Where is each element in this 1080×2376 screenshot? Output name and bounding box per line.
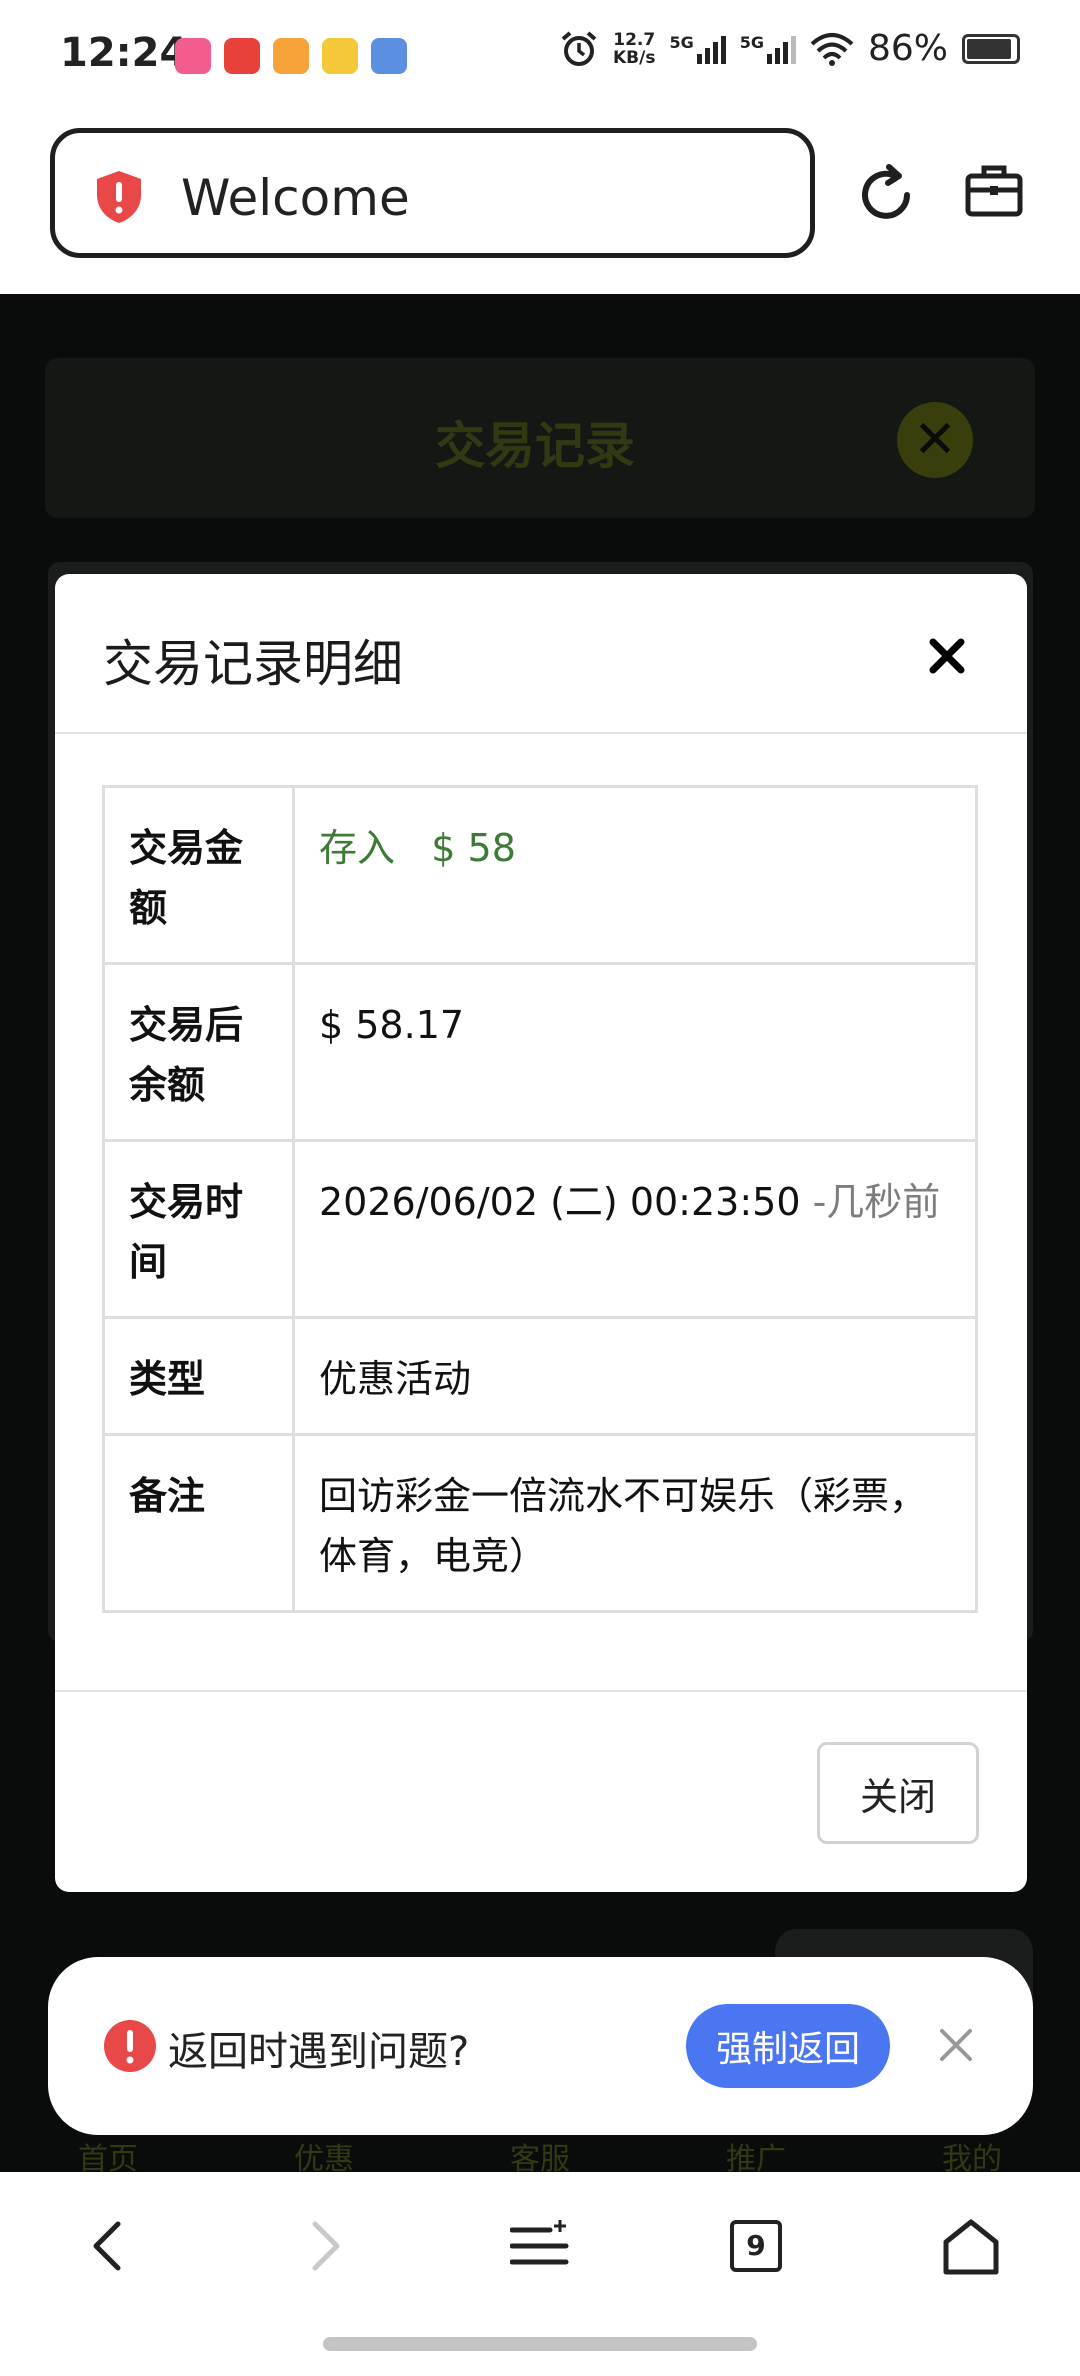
back-icon[interactable] [88,2218,128,2274]
page-title: Welcome [181,169,410,227]
address-bar[interactable]: Welcome [50,128,815,258]
amount-type: 存入 [319,826,396,870]
weibo-icon [322,38,358,74]
table-row: 类型 优惠活动 [102,1316,978,1436]
bilibili-icon [175,38,211,74]
force-back-button[interactable]: 强制返回 [686,2004,890,2088]
table-row: 交易时间 2026/06/02 (二) 00:23:50 -几秒前 [102,1139,978,1319]
toolbox-icon[interactable] [964,162,1024,218]
wifi-icon [810,32,854,66]
tabs-count-icon[interactable]: 9 [730,2220,782,2272]
back-problem-toast: 返回时遇到问题? 强制返回 [48,1957,1033,2135]
game-app-icon [371,38,407,74]
signal-5g-1: 5G [669,33,726,64]
modal-header: 交易记录明细 [55,574,1027,734]
amount-value: $ 58 [431,826,516,870]
timestamp: 2026/06/02 (二) 00:23:50 [319,1180,801,1224]
home-icon[interactable] [942,2218,1000,2276]
battery-percent: 86% [867,28,948,69]
transaction-detail-modal: 交易记录明细 交易金额 存入 $ 58 交易后余额 $ 58.17 交易时间 2… [55,574,1027,1892]
row-key: 交易后余额 [102,962,295,1142]
row-key: 类型 [102,1316,295,1436]
detail-table: 交易金额 存入 $ 58 交易后余额 $ 58.17 交易时间 2026/06/… [102,785,978,1613]
close-button[interactable]: 关闭 [817,1742,979,1844]
bg-page-title: 交易记录 [435,417,635,475]
bg-close-icon: ✕ [897,402,973,478]
notification-app-icons [175,38,407,74]
table-row: 交易后余额 $ 58.17 [102,962,978,1142]
status-bar: 12:24 12.7 KB/s 5G 5G 86% [0,0,1080,116]
status-indicators: 12.7 KB/s 5G 5G 86% [559,28,1020,69]
forward-icon[interactable] [305,2218,345,2274]
row-value: 回访彩金一倍流水不可娱乐（彩票，体育，电竞） [292,1433,978,1613]
security-warning-shield-icon[interactable] [95,169,143,225]
row-key: 交易时间 [102,1139,295,1319]
relative-time: -几秒前 [812,1180,941,1224]
reload-icon[interactable] [855,164,917,226]
row-key: 交易金额 [102,785,295,965]
app-icon [273,38,309,74]
row-value: 优惠活动 [292,1316,978,1436]
close-icon[interactable] [927,636,967,676]
gesture-home-bar[interactable] [323,2337,757,2351]
table-row: 交易金额 存入 $ 58 [102,785,978,965]
row-value: $ 58.17 [292,962,978,1142]
modal-title: 交易记录明细 [103,635,403,693]
battery-icon [962,33,1020,64]
signal-icon [696,35,726,64]
alarm-icon [561,30,597,66]
toutiao-icon [224,38,260,74]
dismiss-icon[interactable] [938,2027,974,2063]
browser-toolbar: Welcome [0,116,1080,294]
row-value: 存入 $ 58 [292,785,978,965]
menu-icon[interactable] [510,2218,570,2274]
modal-footer-divider [55,1690,1027,1692]
signal-icon [766,35,796,64]
table-row: 备注 回访彩金一倍流水不可娱乐（彩票，体育，电竞） [102,1433,978,1613]
toast-message: 返回时遇到问题? [168,2029,470,2075]
status-time: 12:24 [60,30,188,76]
row-value: 2026/06/02 (二) 00:23:50 -几秒前 [292,1139,978,1319]
signal-5g-2: 5G [740,33,796,64]
warning-icon [104,2020,156,2072]
row-key: 备注 [102,1433,295,1613]
network-speed: 12.7 KB/s [612,29,656,68]
